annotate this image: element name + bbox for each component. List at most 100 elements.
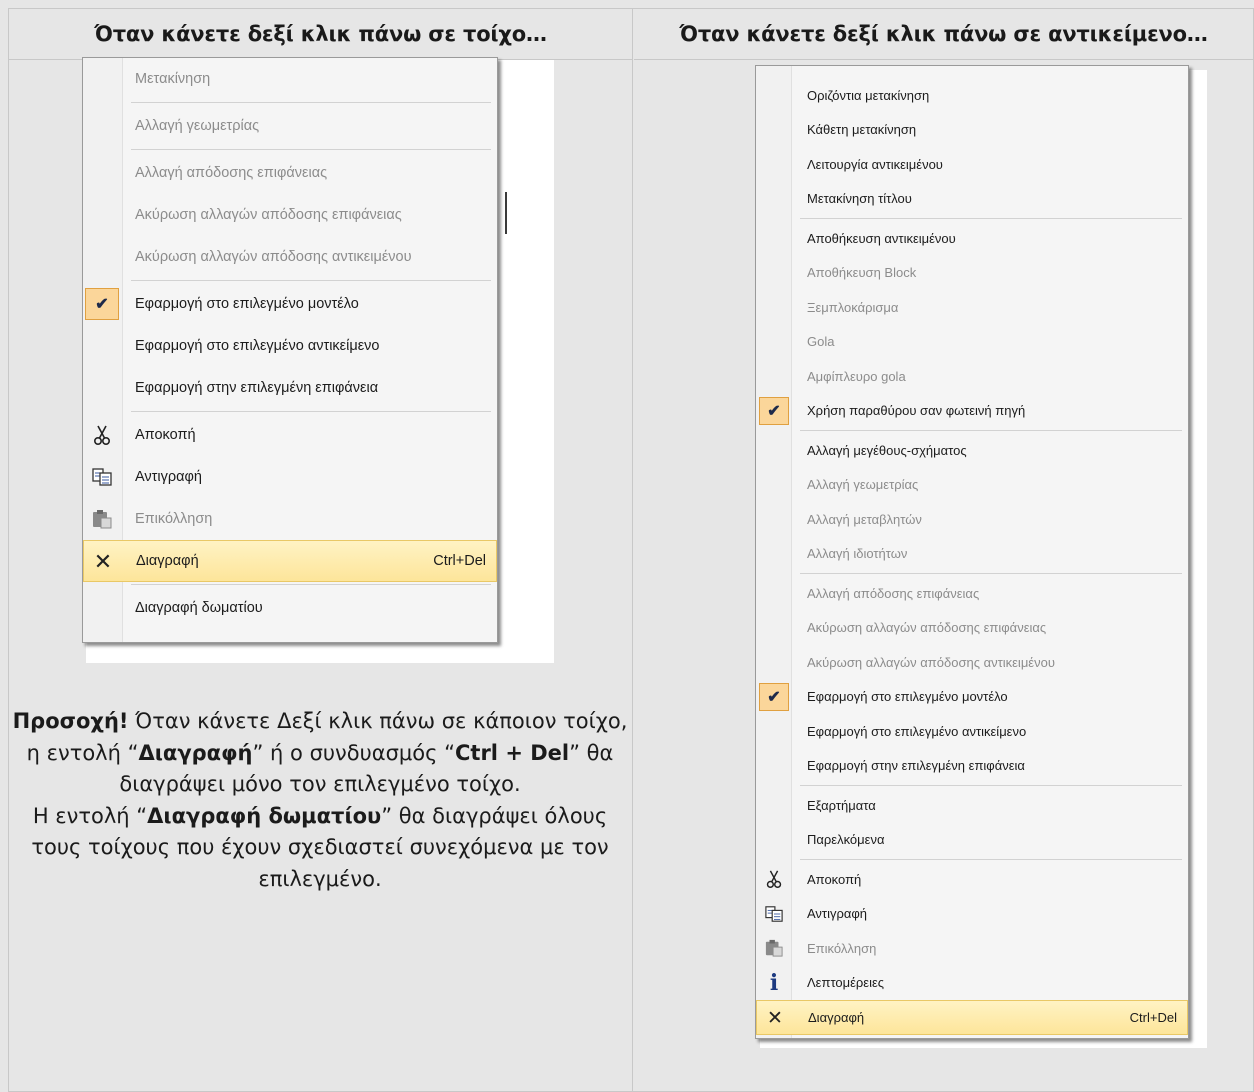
menu-item-label: Αποθήκευση αντικειμένου xyxy=(807,230,956,246)
menu-item-label: Διαγραφή xyxy=(808,1009,865,1025)
menu-item-label: Μετακίνηση τίτλου xyxy=(807,191,912,207)
menu-item-label: Επικόλληση xyxy=(135,511,213,527)
menu-separator xyxy=(800,785,1182,786)
menu-item-cut[interactable]: Αποκοπή xyxy=(756,862,1188,897)
menu-item-change-surface-render[interactable]: Αλλαγή απόδοσης επιφάνειας xyxy=(83,152,497,194)
left-header-text: Όταν κάνετε δεξί κλικ πάνω σε τοίχο… xyxy=(94,22,547,46)
check-icon: ✔ xyxy=(85,288,119,320)
menu-item-apply-selected-model[interactable]: ✔ Εφαρμογή στο επιλεγμένο μοντέλο xyxy=(83,283,497,325)
note-command: Διαγραφή xyxy=(138,740,253,765)
menu-item-undo-object-render[interactable]: Ακύρωση αλλαγών απόδοσης αντικειμένου xyxy=(756,645,1188,680)
menu-item-label: Χρήση παραθύρου σαν φωτεινή πηγή xyxy=(807,403,1026,419)
menu-item-label: Εφαρμογή στο επιλεγμένο αντικείμενο xyxy=(807,723,1027,739)
menu-item-change-geometry[interactable]: Αλλαγή γεωμετρίας xyxy=(83,105,497,147)
menu-item-label: Ξεμπλοκάρισμα xyxy=(807,299,899,315)
menu-item-window-light-source[interactable]: ✔ Χρήση παραθύρου σαν φωτεινή πηγή xyxy=(756,394,1188,429)
menu-item-cut[interactable]: Αποκοπή xyxy=(83,414,497,456)
menu-item-apply-selected-model[interactable]: ✔ Εφαρμογή στο επιλεγμένο μοντέλο xyxy=(756,680,1188,715)
background-cad-line xyxy=(505,192,507,234)
warning-note: Προσοχή! Όταν κάνετε Δεξί κλικ πάνω σε κ… xyxy=(8,706,632,895)
scissors-icon xyxy=(759,865,789,893)
menu-item-save-block[interactable]: Αποθήκευση Block xyxy=(756,256,1188,291)
menu-item-apply-selected-surface[interactable]: Εφαρμογή στην επιλεγμένη επιφάνεια xyxy=(756,749,1188,784)
menu-item-details[interactable]: i Λεπτομέρειες xyxy=(756,966,1188,1001)
menu-item-label: Αλλαγή απόδοσης επιφάνειας xyxy=(135,165,328,181)
menu-item-label: Αντιγραφή xyxy=(807,906,868,922)
menu-item-label: Εφαρμογή στο επιλεγμένο μοντέλο xyxy=(135,296,359,312)
wall-menu-list: Μετακίνηση Αλλαγή γεωμετρίας Αλλαγή απόδ… xyxy=(83,58,497,629)
menu-item-label: Επικόλληση xyxy=(807,940,877,956)
menu-item-label: Αποκοπή xyxy=(807,871,862,887)
menu-item-apply-selected-surface[interactable]: Εφαρμογή στην επιλεγμένη επιφάνεια xyxy=(83,367,497,409)
note-paragraph-2: Η εντολή “Διαγραφή δωματίου” θα διαγράψε… xyxy=(8,801,632,896)
menu-item-label: Αποθήκευση Block xyxy=(807,265,917,281)
menu-item-copy[interactable]: Αντιγραφή xyxy=(83,456,497,498)
menu-item-change-size-shape[interactable]: Αλλαγή μεγέθους-σχήματος xyxy=(756,433,1188,468)
check-icon: ✔ xyxy=(759,682,789,711)
menu-item-label: Αλλαγή απόδοσης επιφάνειας xyxy=(807,585,980,601)
menu-item-change-geometry[interactable]: Αλλαγή γεωμετρίας xyxy=(756,468,1188,503)
menu-item-label: Αλλαγή ιδιοτήτων xyxy=(807,546,908,562)
menu-item-undo-surface-render[interactable]: Ακύρωση αλλαγών απόδοσης επιφάνειας xyxy=(83,194,497,236)
menu-item-accessories[interactable]: Παρελκόμενα xyxy=(756,823,1188,858)
menu-item-vertical-move[interactable]: Κάθετη μετακίνηση xyxy=(756,113,1188,148)
menu-item-delete[interactable]: ✕ Διαγραφή Ctrl+Del xyxy=(756,1000,1188,1035)
note-command: Διαγραφή δωματίου xyxy=(147,803,382,828)
menu-item-delete-room[interactable]: Διαγραφή δωματίου xyxy=(83,587,497,629)
menu-item-label: Μετακίνηση xyxy=(135,71,211,87)
menu-item-label: Αντιγραφή xyxy=(135,469,202,485)
scissors-icon xyxy=(85,419,119,451)
menu-item-label: Εφαρμογή στο επιλεγμένο μοντέλο xyxy=(807,689,1008,705)
menu-item-move-title[interactable]: Μετακίνηση τίτλου xyxy=(756,182,1188,217)
right-header-text: Όταν κάνετε δεξί κλικ πάνω σε αντικείμεν… xyxy=(679,22,1208,46)
menu-item-label: Εφαρμογή στο επιλεγμένο αντικείμενο xyxy=(135,338,380,354)
menu-item-delete[interactable]: ✕ Διαγραφή Ctrl+Del xyxy=(83,540,497,582)
menu-item-components[interactable]: Εξαρτήματα xyxy=(756,788,1188,823)
menu-item-change-variables[interactable]: Αλλαγή μεταβλητών xyxy=(756,502,1188,537)
menu-item-label: Αλλαγή γεωμετρίας xyxy=(135,118,260,134)
menu-item-gola[interactable]: Gola xyxy=(756,325,1188,360)
menu-item-label: Εφαρμογή στην επιλεγμένη επιφάνεια xyxy=(807,758,1025,774)
menu-item-label: Διαγραφή xyxy=(136,553,199,569)
right-column-header: Όταν κάνετε δεξί κλικ πάνω σε αντικείμεν… xyxy=(634,9,1253,60)
menu-separator xyxy=(131,102,491,103)
copy-icon xyxy=(85,461,119,493)
menu-item-label: Οριζόντια μετακίνηση xyxy=(807,87,930,103)
object-context-menu: Οριζόντια μετακίνηση Κάθετη μετακίνηση Λ… xyxy=(755,65,1189,1039)
menu-item-change-surface-render[interactable]: Αλλαγή απόδοσης επιφάνειας xyxy=(756,576,1188,611)
menu-separator xyxy=(131,584,491,585)
menu-item-apply-selected-object[interactable]: Εφαρμογή στο επιλεγμένο αντικείμενο xyxy=(83,325,497,367)
menu-item-label: Ακύρωση αλλαγών απόδοσης αντικειμένου xyxy=(135,249,412,265)
note-keys: Ctrl + Del xyxy=(455,740,570,765)
menu-item-apply-selected-object[interactable]: Εφαρμογή στο επιλεγμένο αντικείμενο xyxy=(756,714,1188,749)
menu-item-save-object[interactable]: Αποθήκευση αντικειμένου xyxy=(756,221,1188,256)
menu-item-horizontal-move[interactable]: Οριζόντια μετακίνηση xyxy=(756,78,1188,113)
menu-item-move[interactable]: Μετακίνηση xyxy=(83,58,497,100)
info-icon: i xyxy=(769,969,779,996)
menu-item-undo-surface-render[interactable]: Ακύρωση αλλαγών απόδοσης επιφάνειας xyxy=(756,611,1188,646)
menu-item-undo-object-render[interactable]: Ακύρωση αλλαγών απόδοσης αντικειμένου xyxy=(83,236,497,278)
menu-item-double-gola[interactable]: Αμφίπλευρο gola xyxy=(756,359,1188,394)
note-paragraph-1: Προσοχή! Όταν κάνετε Δεξί κλικ πάνω σε κ… xyxy=(8,706,632,801)
copy-icon xyxy=(759,900,789,928)
menu-item-label: Εξαρτήματα xyxy=(807,797,876,813)
menu-item-label: Εφαρμογή στην επιλεγμένη επιφάνεια xyxy=(135,380,379,396)
menu-item-label: Gola xyxy=(807,334,835,350)
delete-x-icon: ✕ xyxy=(767,1007,783,1029)
menu-item-label: Λεπτομέρειες xyxy=(807,975,885,991)
paste-icon xyxy=(759,934,789,962)
menu-item-change-properties[interactable]: Αλλαγή ιδιοτήτων xyxy=(756,537,1188,572)
menu-item-unblock[interactable]: Ξεμπλοκάρισμα xyxy=(756,290,1188,325)
menu-item-copy[interactable]: Αντιγραφή xyxy=(756,897,1188,932)
menu-item-label: Αποκοπή xyxy=(135,427,196,443)
menu-item-paste[interactable]: Επικόλληση xyxy=(83,498,497,540)
menu-separator xyxy=(131,280,491,281)
menu-item-label: Ακύρωση αλλαγών απόδοσης επιφάνειας xyxy=(135,207,402,223)
menu-item-label: Αλλαγή μεταβλητών xyxy=(807,511,922,527)
menu-item-shortcut: Ctrl+Del xyxy=(433,553,486,569)
menu-separator xyxy=(131,411,491,412)
menu-item-object-function[interactable]: Λειτουργία αντικειμένου xyxy=(756,147,1188,182)
menu-item-label: Αμφίπλευρο gola xyxy=(807,368,906,384)
note-text: ” ή ο συνδυασμός “ xyxy=(252,740,456,765)
menu-item-paste[interactable]: Επικόλληση xyxy=(756,931,1188,966)
